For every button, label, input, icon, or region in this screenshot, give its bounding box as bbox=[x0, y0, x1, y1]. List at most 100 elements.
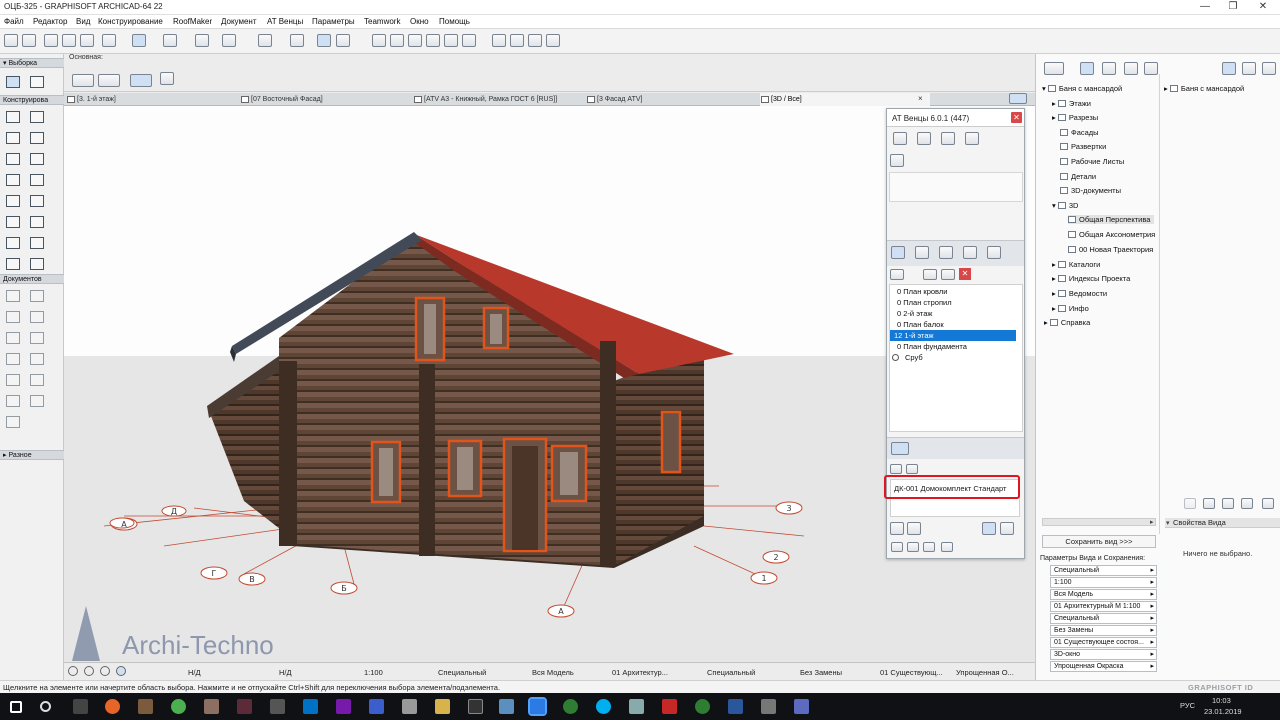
layer-item[interactable]: 0 План балок bbox=[893, 319, 1017, 330]
kit-add-icon[interactable] bbox=[890, 464, 902, 474]
wall-tool-icon[interactable] bbox=[6, 111, 20, 123]
clock-time[interactable]: 10:03 bbox=[1212, 696, 1231, 705]
log-profile-icon[interactable] bbox=[917, 132, 931, 145]
close-button[interactable]: ✕ bbox=[1256, 1, 1270, 12]
rectangle-method-icon[interactable] bbox=[98, 74, 120, 87]
param-row[interactable]: 1:100 ▸ bbox=[1050, 577, 1157, 588]
view-properties-header[interactable]: Свойства Вида bbox=[1165, 518, 1280, 528]
sync-icon[interactable] bbox=[982, 522, 996, 535]
search-icon[interactable] bbox=[40, 701, 51, 712]
adjust-icon[interactable] bbox=[462, 34, 476, 47]
app-icon[interactable] bbox=[695, 699, 710, 714]
pan-icon[interactable] bbox=[116, 666, 126, 676]
app-icon[interactable] bbox=[435, 699, 450, 714]
firefox-icon[interactable] bbox=[105, 699, 120, 714]
tree-item[interactable]: ▸ Этажи bbox=[1052, 99, 1091, 108]
offset-icon[interactable] bbox=[408, 34, 422, 47]
zone-tool-icon[interactable] bbox=[6, 258, 20, 270]
view-tree-root[interactable]: ▸ Баня с мансардой bbox=[1164, 84, 1244, 93]
folder-new-icon[interactable] bbox=[1222, 498, 1234, 509]
toolbox-section-misc[interactable]: ▸ Разное bbox=[0, 450, 64, 460]
layer-list-icon[interactable] bbox=[891, 246, 905, 259]
style-combo[interactable]: Упрощенная О... bbox=[956, 668, 1014, 677]
object-tool-icon[interactable] bbox=[30, 237, 44, 249]
toolbox-section-document[interactable]: Документов bbox=[0, 274, 64, 284]
marquee-tool-icon[interactable] bbox=[30, 76, 44, 88]
trash-icon[interactable] bbox=[907, 542, 919, 552]
dimension-style[interactable]: Специальный bbox=[438, 668, 486, 677]
polyline-tool-icon[interactable] bbox=[6, 374, 20, 386]
pick-icon[interactable] bbox=[44, 34, 58, 47]
app-icon[interactable] bbox=[499, 699, 514, 714]
label-tool-icon[interactable] bbox=[30, 311, 44, 323]
shell-tool-icon[interactable] bbox=[6, 216, 20, 228]
param-row[interactable]: Специальный ▸ bbox=[1050, 565, 1157, 576]
maximize-button[interactable]: ❐ bbox=[1226, 1, 1240, 12]
tree-item[interactable]: ▸ Ведомости bbox=[1052, 289, 1107, 298]
render-icon[interactable] bbox=[492, 34, 506, 47]
navigator-menu-icon[interactable] bbox=[1044, 62, 1064, 75]
door-tool-icon[interactable] bbox=[30, 111, 44, 123]
menu-file[interactable]: Файл bbox=[4, 17, 24, 26]
layer-item[interactable]: 0 2-й этаж bbox=[893, 308, 1017, 319]
move-layer-icon[interactable] bbox=[941, 269, 955, 280]
param-row[interactable]: 01 Существующее состоя... ▸ bbox=[1050, 637, 1157, 648]
curtainwall-tool-icon[interactable] bbox=[30, 216, 44, 228]
grid-icon[interactable] bbox=[195, 34, 209, 47]
panel-close-icon[interactable]: ✕ bbox=[1011, 112, 1022, 123]
table-icon[interactable] bbox=[941, 542, 953, 552]
menu-options[interactable]: Параметры bbox=[312, 17, 355, 26]
param-row[interactable]: Вся Модель ▸ bbox=[1050, 589, 1157, 600]
param-row[interactable]: Без Замены ▸ bbox=[1050, 625, 1157, 636]
app-icon[interactable] bbox=[468, 699, 483, 714]
orbit-icon[interactable] bbox=[528, 34, 542, 47]
layer-item-selected[interactable]: 12 1-й этаж bbox=[890, 330, 1016, 341]
wall-section-icon[interactable] bbox=[893, 132, 907, 145]
layer-item[interactable]: 0 План фундамента bbox=[893, 341, 1017, 352]
window-tool-icon[interactable] bbox=[30, 132, 44, 144]
copy-layer-icon[interactable] bbox=[923, 269, 937, 280]
app-icon[interactable] bbox=[270, 699, 285, 714]
redo-zoom-icon[interactable] bbox=[84, 666, 94, 676]
app-icon[interactable] bbox=[402, 699, 417, 714]
drawing-tool-icon[interactable] bbox=[30, 374, 44, 386]
view-map-icon-2[interactable] bbox=[1242, 62, 1256, 75]
app-icon[interactable] bbox=[237, 699, 252, 714]
navigator-scrollbar[interactable] bbox=[1042, 518, 1156, 526]
stair-tool-icon[interactable] bbox=[30, 174, 44, 186]
kit-icon[interactable] bbox=[891, 442, 909, 455]
down-icon[interactable] bbox=[891, 542, 903, 552]
close-tab-icon[interactable]: × bbox=[918, 94, 923, 103]
layout-book-icon[interactable] bbox=[1124, 62, 1138, 75]
rotate-method-icon[interactable] bbox=[130, 74, 152, 87]
param-row[interactable]: 3D-окно ▸ bbox=[1050, 649, 1157, 660]
inject-icon[interactable] bbox=[80, 34, 94, 47]
clone-icon[interactable] bbox=[1203, 498, 1215, 509]
input-language[interactable]: РУС bbox=[1180, 701, 1195, 710]
undo-icon[interactable] bbox=[4, 34, 18, 47]
trace-icon[interactable] bbox=[317, 34, 331, 47]
model-view[interactable]: Вся Модель bbox=[532, 668, 574, 677]
zoom-in-icon[interactable] bbox=[100, 666, 110, 676]
menu-roofmaker[interactable]: RoofMaker bbox=[173, 17, 212, 26]
tree-item[interactable]: 3D-документы bbox=[1060, 186, 1121, 195]
view-map-icon[interactable] bbox=[1102, 62, 1116, 75]
tree-item[interactable]: Развертки bbox=[1060, 142, 1106, 151]
layer-item[interactable]: 0 План стропил bbox=[893, 297, 1017, 308]
level-dim-tool-icon[interactable] bbox=[30, 290, 44, 302]
app-icon[interactable] bbox=[794, 699, 809, 714]
menu-window[interactable]: Окно bbox=[410, 17, 429, 26]
geometry-method-icon[interactable] bbox=[72, 74, 94, 87]
scale-value[interactable]: 1:100 bbox=[364, 668, 383, 677]
fillet-icon[interactable] bbox=[426, 34, 440, 47]
document-icon[interactable] bbox=[963, 246, 977, 259]
align-icon[interactable] bbox=[336, 34, 350, 47]
column-profile-icon[interactable] bbox=[965, 132, 979, 145]
tab-layout-a3[interactable]: [ATV A3 - Книжный, Рамка ГОСТ 6 [RUS]] bbox=[413, 93, 583, 106]
roof-tool-icon[interactable] bbox=[6, 195, 20, 207]
pointer-icon[interactable] bbox=[160, 72, 174, 85]
filter-icon[interactable] bbox=[939, 246, 953, 259]
menu-at-ventsy[interactable]: AT Венцы bbox=[267, 17, 303, 26]
param-row[interactable]: 01 Архитектурный М 1:100 ▸ bbox=[1050, 601, 1157, 612]
eyedropper-icon[interactable] bbox=[62, 34, 76, 47]
